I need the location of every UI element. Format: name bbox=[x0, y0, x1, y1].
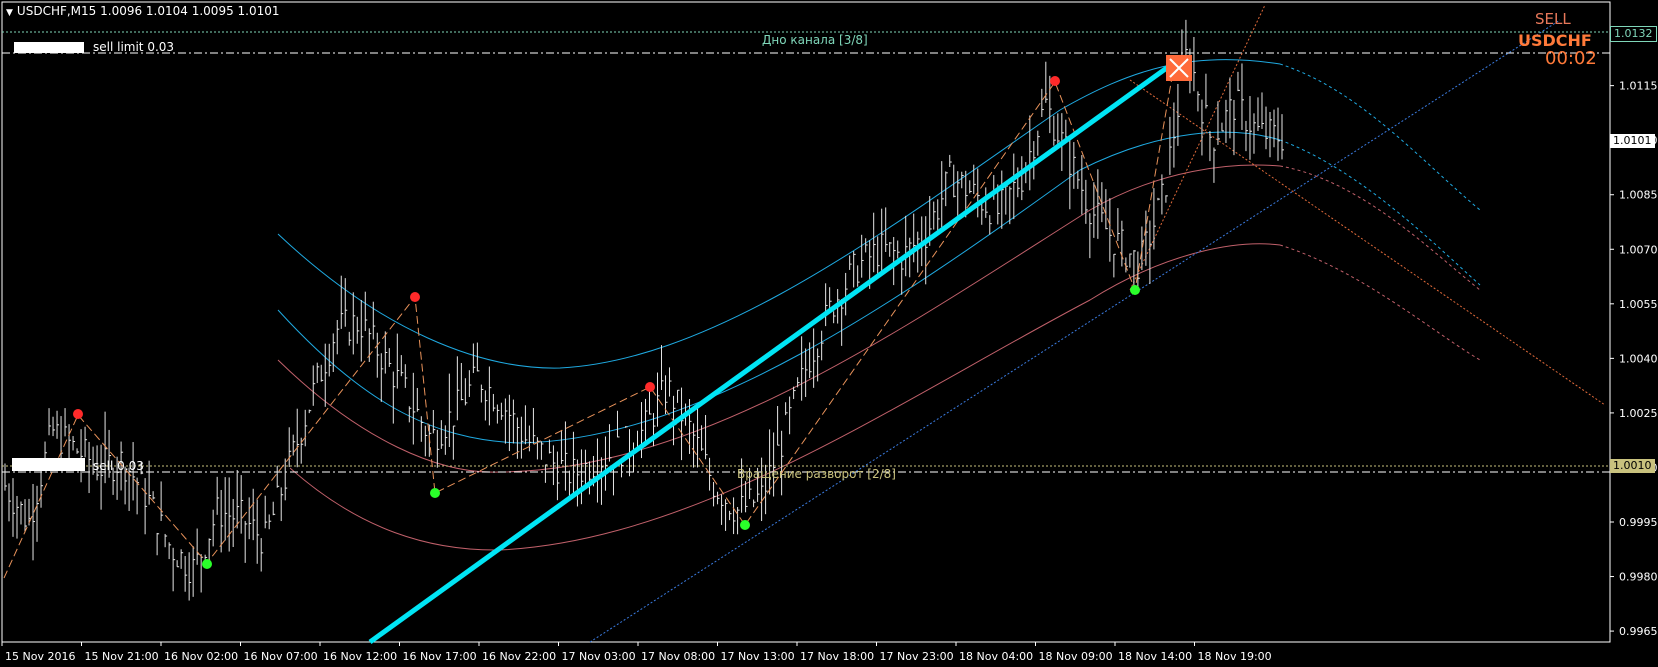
zigzag-line bbox=[3, 59, 1176, 579]
price-tag-bottom: 1.0010 bbox=[1610, 459, 1655, 473]
pivot-high-marker bbox=[645, 382, 655, 392]
pivot-high-marker bbox=[410, 292, 420, 302]
level-top-label: Дно канала [3/8] bbox=[762, 33, 868, 47]
time-axis: 15 Nov 2016 15 Nov 21:00 16 Nov 02:00 16 No… bbox=[1, 642, 1272, 663]
time-axis-label: 18 Nov 04:00 bbox=[959, 650, 1033, 663]
time-axis-label: 16 Nov 22:00 bbox=[482, 650, 556, 663]
pivot-low-marker bbox=[740, 520, 750, 530]
channel-red-upper-forecast bbox=[1279, 165, 1481, 291]
time-axis-label: 18 Nov 14:00 bbox=[1118, 650, 1192, 663]
collapse-triangle-icon[interactable]: ▼ bbox=[6, 8, 13, 18]
cyan-trendline bbox=[368, 59, 1177, 645]
time-axis-label: 17 Nov 18:00 bbox=[800, 650, 874, 663]
pivot-markers bbox=[73, 76, 1140, 569]
time-axis-label: 18 Nov 09:00 bbox=[1039, 650, 1113, 663]
price-axis: 1.01301.01151.01001.00851.00701.00551.00… bbox=[1610, 25, 1658, 638]
header-title: USDCHF,M15 1.0096 1.0104 1.0095 1.0101 bbox=[16, 4, 280, 18]
symbol-header[interactable]: ▼ USDCHF,M15 1.0096 1.0104 1.0095 1.0101 bbox=[6, 4, 280, 18]
time-axis-label: 17 Nov 03:00 bbox=[562, 650, 636, 663]
orange-trendline-1 bbox=[1129, 79, 1606, 406]
level-bottom-label: Вращение разворот [2/8] bbox=[737, 467, 896, 481]
time-axis-label: 16 Nov 02:00 bbox=[164, 650, 238, 663]
time-axis-label: 15 Nov 2016 bbox=[5, 650, 75, 663]
pivot-low-marker bbox=[430, 488, 440, 498]
channel-blue-upper bbox=[277, 59, 1281, 369]
pivot-low-marker bbox=[202, 559, 212, 569]
time-axis-label: 16 Nov 12:00 bbox=[323, 650, 397, 663]
time-axis-label: 16 Nov 07:00 bbox=[244, 650, 318, 663]
price-axis-label: 0.9980 bbox=[1619, 571, 1658, 584]
signal-direction: SELL bbox=[1535, 10, 1571, 28]
time-axis-label: 17 Nov 23:00 bbox=[880, 650, 954, 663]
sell-label[interactable]: sell 0.03 bbox=[93, 459, 144, 473]
time-axis-label: 18 Nov 19:00 bbox=[1198, 650, 1272, 663]
channel-blue-lower-forecast bbox=[1279, 139, 1481, 286]
price-axis-label: 1.0070 bbox=[1619, 243, 1658, 256]
channel-blue-lower bbox=[277, 131, 1281, 444]
signal-timer: 00:02 bbox=[1545, 48, 1597, 69]
price-tag-top: 1.0132 bbox=[1610, 26, 1657, 42]
price-tag-current: 1.0101 bbox=[1610, 134, 1655, 148]
price-axis-label: 1.0055 bbox=[1619, 298, 1658, 311]
time-axis-label: 15 Nov 21:00 bbox=[85, 650, 159, 663]
time-axis-label: 17 Nov 13:00 bbox=[721, 650, 795, 663]
sell-box[interactable] bbox=[12, 458, 85, 471]
pivot-high-marker bbox=[1050, 76, 1060, 86]
pivot-high-marker bbox=[73, 409, 83, 419]
price-axis-label: 1.0040 bbox=[1619, 352, 1658, 365]
blue-trendline bbox=[589, 19, 1561, 643]
price-axis-label: 0.9965 bbox=[1619, 625, 1658, 638]
sell-limit-label[interactable]: sell limit 0.03 bbox=[93, 40, 174, 54]
price-axis-label: 1.0025 bbox=[1619, 407, 1658, 420]
price-axis-label: 1.0085 bbox=[1619, 189, 1658, 202]
pivot-low-marker bbox=[1130, 285, 1140, 295]
price-axis-label: 0.9995 bbox=[1619, 516, 1658, 529]
channel-blue-upper-forecast bbox=[1279, 63, 1481, 211]
price-axis-label: 1.0115 bbox=[1619, 80, 1658, 93]
ohlc-bars bbox=[4, 19, 1284, 601]
channel-red-lower-forecast bbox=[1279, 244, 1481, 361]
sell-limit-box[interactable] bbox=[14, 42, 84, 53]
plot-frame bbox=[1, 1, 1611, 643]
time-axis-label: 16 Nov 17:00 bbox=[403, 650, 477, 663]
time-axis-label: 17 Nov 08:00 bbox=[641, 650, 715, 663]
price-chart[interactable]: 1.01301.01151.01001.00851.00701.00551.00… bbox=[0, 0, 1658, 667]
sell-signal-icon[interactable] bbox=[1166, 55, 1192, 81]
